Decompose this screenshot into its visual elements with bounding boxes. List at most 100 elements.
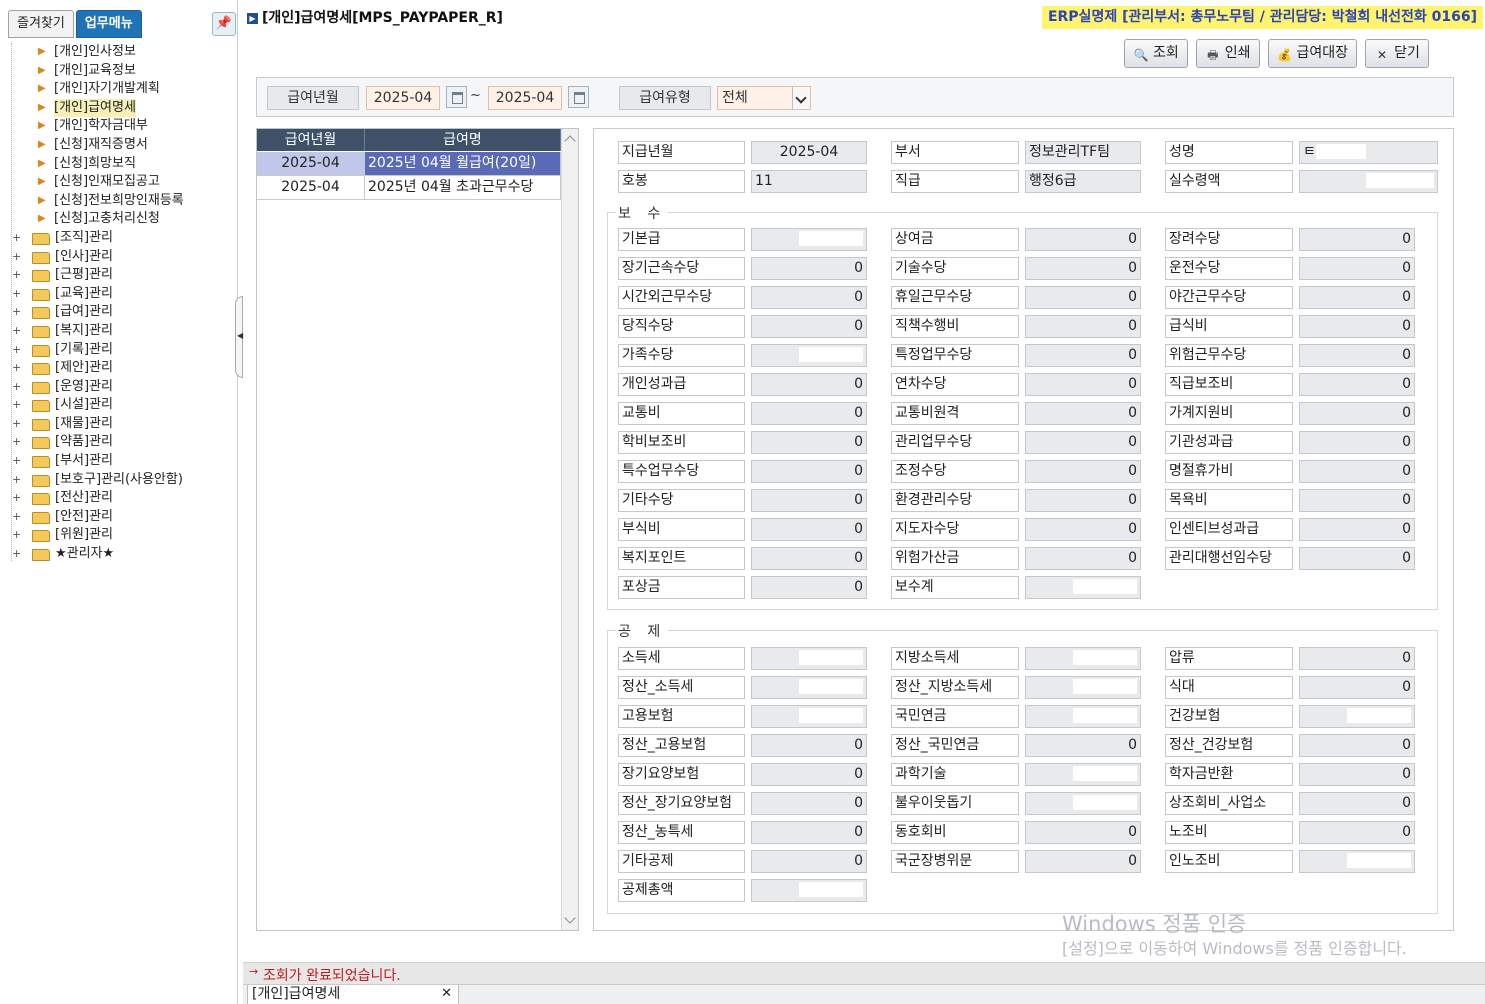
field-label: 인센티브성과급	[1165, 518, 1293, 541]
sidebar-item[interactable]: + [약품]관리	[8, 433, 234, 452]
expand-icon[interactable]: +	[12, 248, 21, 266]
field-value: 0	[1025, 821, 1141, 844]
field-label: 상여금	[891, 228, 1019, 251]
tab-work-menu[interactable]: 업무메뉴	[75, 10, 142, 38]
expand-icon[interactable]: +	[12, 471, 21, 489]
field-label: 기관성과급	[1165, 431, 1293, 454]
sidebar-item[interactable]: + [시설]관리	[8, 396, 234, 415]
chevron-down-icon[interactable]	[792, 87, 810, 109]
expand-icon[interactable]: +	[12, 341, 21, 359]
expand-icon[interactable]: +	[12, 285, 21, 303]
field-value: 0	[1025, 518, 1141, 541]
sidebar-item[interactable]: + [기록]관리	[8, 341, 234, 360]
field-value: 0	[751, 489, 867, 512]
sidebar-item[interactable]: + [안전]관리	[8, 508, 234, 527]
sidebar-item-label: [복지]관리	[55, 322, 113, 338]
sidebar-item[interactable]: + [인사]관리	[8, 248, 234, 267]
tab-favorites[interactable]: 즐겨찾기	[8, 10, 74, 38]
expand-icon[interactable]: +	[12, 433, 21, 451]
sidebar-item[interactable]: ▶ [신청]인재모집공고	[8, 173, 234, 192]
column-header-pay-month[interactable]: 급여년월	[257, 129, 365, 151]
field-value: 0	[1025, 734, 1141, 757]
close-icon[interactable]: ✕	[441, 985, 452, 1003]
field-value: 0	[751, 286, 867, 309]
pay-type-select[interactable]: 전체	[717, 86, 811, 110]
expand-icon[interactable]: +	[12, 545, 21, 563]
field-value: 0	[1299, 373, 1415, 396]
search-button-label: 조회	[1153, 45, 1179, 61]
window-tab[interactable]: [개인]급여명세 ✕	[247, 985, 459, 1004]
expand-icon[interactable]: +	[12, 489, 21, 507]
caret-right-icon: ▶	[38, 157, 46, 169]
print-button[interactable]: 🖶 인쇄	[1195, 39, 1260, 68]
close-button-label: 닫기	[1394, 45, 1420, 61]
folder-icon	[32, 418, 50, 431]
expand-icon[interactable]: +	[12, 415, 21, 433]
sidebar-item[interactable]: + [조직]관리	[8, 229, 234, 248]
sidebar-item[interactable]: ▶ [개인]급여명세	[8, 98, 234, 118]
pin-icon[interactable]: 📌	[212, 12, 236, 36]
sidebar-item[interactable]: + ★관리자★	[8, 545, 234, 564]
calendar-icon[interactable]	[568, 86, 589, 108]
folder-icon	[32, 474, 50, 487]
sidebar-item[interactable]: + [교육]관리	[8, 285, 234, 304]
expand-icon[interactable]: +	[12, 378, 21, 396]
period-from-input[interactable]: 2025-04	[366, 86, 440, 110]
expand-icon[interactable]: +	[12, 229, 21, 247]
sidebar-item-label: [위원]관리	[55, 527, 113, 543]
sidebar-item[interactable]: ▶ [신청]희망보직	[8, 155, 234, 174]
expand-icon[interactable]: +	[12, 526, 21, 544]
pay-type-value: 전체	[722, 90, 748, 106]
sidebar-item[interactable]: + [근평]관리	[8, 266, 234, 285]
sidebar-item[interactable]: + [급여]관리	[8, 303, 234, 322]
sidebar-item[interactable]: ▶ [신청]고충처리신청	[8, 210, 234, 229]
field-value: 0	[1025, 257, 1141, 280]
field-label: 환경관리수당	[891, 489, 1019, 512]
pay-list-scrollbar[interactable]	[561, 129, 578, 930]
table-row[interactable]: 2025-04 2025년 04월 초과근무수당	[257, 176, 561, 200]
sidebar-item[interactable]: + [재물]관리	[8, 415, 234, 434]
sidebar-item[interactable]: + [복지]관리	[8, 322, 234, 341]
sidebar-collapse-handle[interactable]: ◀	[235, 296, 243, 378]
expand-icon[interactable]: +	[12, 359, 21, 377]
sidebar-item[interactable]: ▶ [개인]학자금대부	[8, 117, 234, 136]
expand-icon[interactable]: +	[12, 452, 21, 470]
field-label: 노조비	[1165, 821, 1293, 844]
dept-value: 정보관리TF팀	[1025, 141, 1141, 164]
sidebar-item[interactable]: ▶ [개인]교육정보	[8, 62, 234, 81]
sidebar-item[interactable]: + [운영]관리	[8, 378, 234, 397]
sidebar-item[interactable]: + [제안]관리	[8, 359, 234, 378]
field-label: 호봉	[618, 170, 745, 193]
sidebar-item[interactable]: + [전산]관리	[8, 489, 234, 508]
pay-ledger-button[interactable]: 💰 급여대장	[1267, 39, 1358, 68]
scroll-down-icon[interactable]	[564, 912, 576, 924]
calendar-icon[interactable]	[446, 86, 467, 108]
period-to-input[interactable]: 2025-04	[488, 86, 562, 110]
pay-month-cell: 2025-04	[257, 152, 365, 176]
close-button[interactable]: ✕ 닫기	[1365, 39, 1429, 68]
column-header-pay-name[interactable]: 급여명	[365, 129, 561, 151]
table-row[interactable]: 2025-04 2025년 04월 월급여(20일)	[257, 152, 561, 176]
field-value: 0	[1025, 460, 1141, 483]
sidebar-item-label: [개인]자기개발계획	[54, 81, 160, 97]
search-button[interactable]: 🔍 조회	[1124, 39, 1188, 68]
sidebar-item[interactable]: + [위원]관리	[8, 526, 234, 545]
expand-icon[interactable]: +	[12, 303, 21, 321]
deduction-group-title: 공 제	[616, 621, 669, 641]
expand-icon[interactable]: +	[12, 322, 21, 340]
expand-icon[interactable]: +	[12, 396, 21, 414]
scroll-up-icon[interactable]	[564, 135, 576, 147]
sidebar-item-label: [제안]관리	[55, 360, 113, 376]
sidebar-item[interactable]: ▶ [신청]재직증명서	[8, 136, 234, 155]
sidebar-item[interactable]: ▶ [개인]자기개발계획	[8, 80, 234, 99]
sidebar-item[interactable]: ▶ [신청]전보희망인재등록	[8, 192, 234, 211]
caret-right-icon: ▶	[38, 213, 46, 225]
field-value: 0	[751, 792, 867, 815]
field-label: 기본급	[618, 228, 745, 251]
sidebar-item[interactable]: + [부서]관리	[8, 452, 234, 471]
sidebar-item[interactable]: ▶ [개인]인사정보	[8, 43, 234, 62]
expand-icon[interactable]: +	[12, 508, 21, 526]
caret-right-icon: ▶	[38, 101, 46, 113]
sidebar-item[interactable]: + [보호구]관리(사용안함)	[8, 471, 234, 490]
expand-icon[interactable]: +	[12, 266, 21, 284]
